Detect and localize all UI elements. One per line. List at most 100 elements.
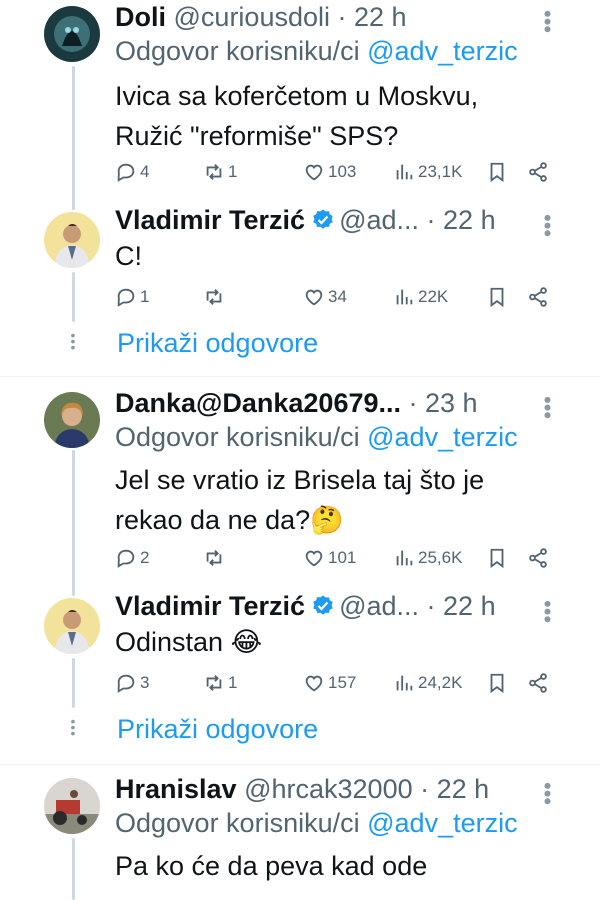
verified-icon: [313, 595, 333, 615]
display-name[interactable]: Hranislav: [115, 774, 237, 804]
tweet[interactable]: Vladimir Terzić @ad... · 22 h ••• Odinsta…: [0, 586, 600, 706]
tweet-actions: 2 101 25,6K: [115, 545, 555, 571]
mention-link[interactable]: @adv_terzic: [367, 808, 517, 838]
views-icon: [396, 675, 413, 691]
replying-to: Odgovor korisniku/ci @adv_terzic: [115, 806, 518, 840]
views-icon: [396, 164, 413, 180]
views-button[interactable]: 23,1K: [393, 159, 462, 185]
tweet-actions: 1 34 22K: [115, 284, 555, 310]
tweet-text: Ivica sa koferčetom u Moskvu, Ružić "ref…: [115, 76, 555, 156]
like-count: 34: [328, 287, 347, 306]
replying-prefix: Odgovor korisniku/ci: [115, 808, 360, 838]
share-icon: [529, 673, 547, 693]
display-name[interactable]: Vladimir Terzić: [115, 205, 305, 235]
bookmark-button[interactable]: [486, 545, 511, 571]
replying-to: Odgovor korisniku/ci @adv_terzic: [115, 34, 518, 68]
views-button[interactable]: 22K: [393, 284, 448, 310]
tweet-text-line: Ružić "reformiše" SPS?: [115, 121, 399, 151]
tweet-text-line: Pa ko će da peva kad ode: [115, 851, 428, 881]
reply-button[interactable]: 1: [115, 284, 149, 310]
bookmark-icon: [490, 673, 504, 694]
handle[interactable]: @ad...: [339, 205, 419, 235]
handle[interactable]: @hrcak32000: [244, 774, 413, 804]
like-button[interactable]: 101: [303, 545, 356, 571]
display-name[interactable]: Danka@Danka20679...: [115, 388, 401, 418]
timestamp[interactable]: · 22 h: [420, 774, 489, 804]
repost-icon: [206, 164, 222, 180]
avatar[interactable]: [44, 598, 100, 654]
like-icon: [305, 289, 323, 306]
reply-icon: [117, 549, 135, 568]
share-icon: [529, 287, 547, 307]
more-icon[interactable]: •••: [535, 782, 560, 805]
show-replies-link[interactable]: Prikaži odgovore: [117, 326, 318, 360]
like-count: 101: [328, 548, 357, 567]
repost-button[interactable]: 1: [203, 670, 237, 696]
replying-prefix: Odgovor korisniku/ci: [115, 36, 360, 66]
share-button[interactable]: [527, 545, 552, 571]
like-icon: [305, 164, 323, 181]
tweet-header: Danka@Danka20679... · 23 h: [115, 386, 540, 420]
handle[interactable]: @ad...: [339, 591, 419, 621]
share-button[interactable]: [527, 284, 552, 310]
mention-link[interactable]: @adv_terzic: [367, 36, 517, 66]
reply-count: 4: [140, 162, 150, 181]
reply-count: 3: [140, 673, 150, 692]
more-icon[interactable]: •••: [535, 600, 560, 623]
timestamp[interactable]: · 22 h: [427, 205, 496, 235]
more-replies-dots: • • •: [70, 327, 76, 355]
like-button[interactable]: 34: [303, 284, 347, 310]
tweet[interactable]: Hranislav @hrcak32000 · 22 h ••• Odgovor…: [0, 772, 600, 900]
timestamp[interactable]: · 22 h: [338, 2, 407, 32]
repost-button[interactable]: [203, 545, 228, 571]
display-name[interactable]: Vladimir Terzić: [115, 591, 305, 621]
share-button[interactable]: [527, 670, 552, 696]
tweet-actions: 3 1 157 24,2K: [115, 670, 555, 696]
like-count: 103: [328, 162, 357, 181]
bookmark-icon: [490, 287, 504, 308]
more-icon[interactable]: •••: [535, 396, 560, 419]
reply-button[interactable]: 3: [115, 670, 149, 696]
views-icon: [396, 289, 413, 305]
repost-button[interactable]: 1: [203, 159, 237, 185]
bookmark-icon: [490, 162, 504, 183]
tweet-header: Hranislav @hrcak32000 · 22 h: [115, 772, 540, 806]
reply-button[interactable]: 4: [115, 159, 149, 185]
repost-button[interactable]: [203, 284, 228, 310]
views-button[interactable]: 24,2K: [393, 670, 462, 696]
replying-prefix: Odgovor korisniku/ci: [115, 422, 360, 452]
reply-icon: [117, 288, 135, 307]
avatar[interactable]: [44, 6, 100, 62]
tweet[interactable]: Vladimir Terzić @ad... · 22 h ••• C! 1 34…: [0, 200, 600, 320]
bookmark-button[interactable]: [486, 159, 511, 185]
divider: [0, 376, 600, 377]
display-name[interactable]: Doli: [115, 2, 166, 32]
like-button[interactable]: 157: [303, 670, 356, 696]
avatar[interactable]: [44, 212, 100, 268]
reply-button[interactable]: 2: [115, 545, 149, 571]
share-icon: [529, 548, 547, 568]
mention-link[interactable]: @adv_terzic: [367, 422, 517, 452]
like-button[interactable]: 103: [303, 159, 356, 185]
show-replies-link[interactable]: Prikaži odgovore: [117, 712, 318, 746]
bookmark-button[interactable]: [486, 670, 511, 696]
tweet[interactable]: Danka@Danka20679... · 23 h ••• Odgovor k…: [0, 386, 600, 586]
more-replies-dots: • • •: [70, 713, 76, 741]
like-icon: [305, 550, 323, 567]
repost-count: 1: [228, 162, 238, 181]
handle[interactable]: @curiousdoli: [174, 2, 330, 32]
views-icon: [396, 550, 413, 566]
tweet-text: C!: [115, 236, 555, 276]
bookmark-button[interactable]: [486, 284, 511, 310]
avatar[interactable]: [44, 778, 100, 834]
share-button[interactable]: [527, 159, 552, 185]
avatar[interactable]: [44, 392, 100, 448]
tweet-text: Jel se vratio iz Brisela taj što je reka…: [115, 460, 555, 540]
more-icon[interactable]: •••: [535, 214, 560, 237]
timestamp[interactable]: · 23 h: [409, 388, 478, 418]
tweet-text: Pa ko će da peva kad ode: [115, 846, 555, 886]
views-button[interactable]: 25,6K: [393, 545, 462, 571]
more-icon[interactable]: •••: [535, 10, 560, 33]
tweet[interactable]: Doli @curiousdoli · 22 h ••• Odgovor kor…: [0, 0, 600, 200]
timestamp[interactable]: · 22 h: [427, 591, 496, 621]
